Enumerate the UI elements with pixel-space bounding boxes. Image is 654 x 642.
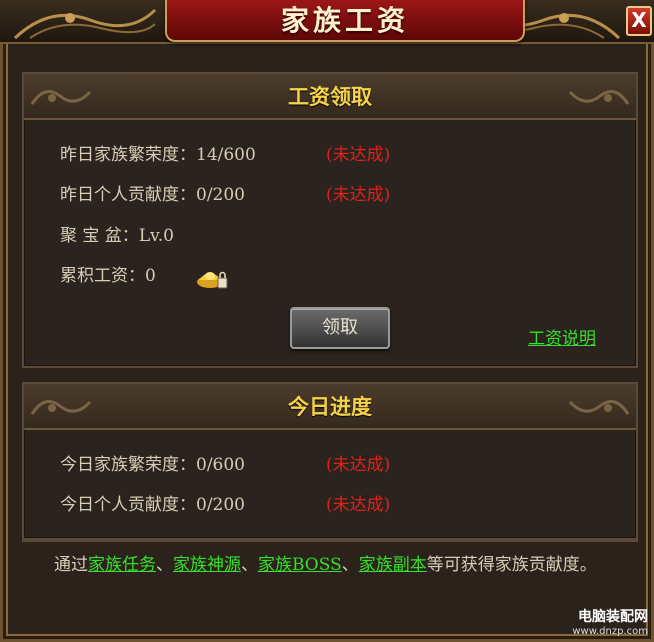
salary-panel-header: 工资领取 [24, 74, 636, 120]
today-prosperity-label: 今日家族繁荣度： [60, 455, 196, 475]
note-suffix: 等可获得家族贡献度。 [426, 555, 597, 575]
note-prefix: 通过 [54, 555, 88, 575]
accumulated-salary-row: 累积工资：0 [60, 262, 156, 290]
yesterday-contribution-value: 0/200 [196, 185, 245, 205]
note-sep: 、 [341, 555, 359, 575]
accumulated-salary-value: 0 [145, 266, 156, 286]
window-title: 家族工资 [280, 4, 409, 37]
treasure-bowl-row: 聚 宝 盆：Lv.0 [60, 222, 174, 250]
yesterday-prosperity-status: (未达成) [326, 145, 391, 165]
divider [22, 540, 638, 542]
watermark: 电脑装配网 www.dnzp.com [548, 608, 648, 638]
contribution-note: 通过家族任务、家族神源、家族BOSS、家族副本等可获得家族贡献度。 [54, 550, 614, 580]
yesterday-prosperity-row: 昨日家族繁荣度：14/600 [60, 141, 256, 169]
yesterday-contribution-status: (未达成) [326, 185, 391, 205]
today-contribution-label: 今日个人贡献度： [60, 495, 196, 515]
family-quest-link[interactable]: 家族任务 [88, 555, 156, 575]
today-prosperity-status: (未达成) [326, 455, 391, 475]
title-bar: 家族工资 X [0, 0, 654, 44]
claim-button[interactable]: 领取 [290, 307, 390, 349]
yesterday-prosperity-value: 14/600 [196, 145, 256, 165]
yesterday-contribution-label: 昨日个人贡献度： [60, 185, 196, 205]
salary-help-link[interactable]: 工资说明 [528, 326, 596, 352]
yesterday-contribution-row: 昨日个人贡献度：0/200 [60, 181, 245, 209]
family-dungeon-link[interactable]: 家族副本 [359, 555, 427, 575]
accumulated-salary-label: 累积工资： [60, 266, 145, 286]
note-sep: 、 [156, 555, 173, 575]
gold-ingot-icon [197, 271, 228, 289]
today-contribution-value: 0/200 [196, 495, 245, 515]
today-contribution-status: (未达成) [326, 495, 391, 515]
watermark-title: 电脑装配网 [578, 609, 648, 625]
salary-panel-title: 工资领取 [288, 84, 372, 109]
note-sep: 、 [241, 555, 258, 575]
yesterday-prosperity-label: 昨日家族繁荣度： [60, 145, 196, 165]
watermark-url: www.dnzp.com [572, 626, 648, 637]
close-button[interactable]: X [626, 6, 652, 36]
today-prosperity-value: 0/600 [196, 455, 245, 475]
today-contribution-row: 今日个人贡献度：0/200 [60, 491, 245, 519]
today-panel-title: 今日进度 [288, 394, 372, 419]
treasure-bowl-label: 聚 宝 盆： [60, 226, 139, 246]
today-panel-header: 今日进度 [24, 384, 636, 430]
family-spirit-source-link[interactable]: 家族神源 [173, 555, 241, 575]
title-ornament-left-icon [13, 8, 157, 40]
treasure-bowl-level: Lv.0 [138, 226, 174, 246]
family-boss-link[interactable]: 家族BOSS [258, 555, 342, 575]
today-prosperity-row: 今日家族繁荣度：0/600 [60, 451, 245, 479]
